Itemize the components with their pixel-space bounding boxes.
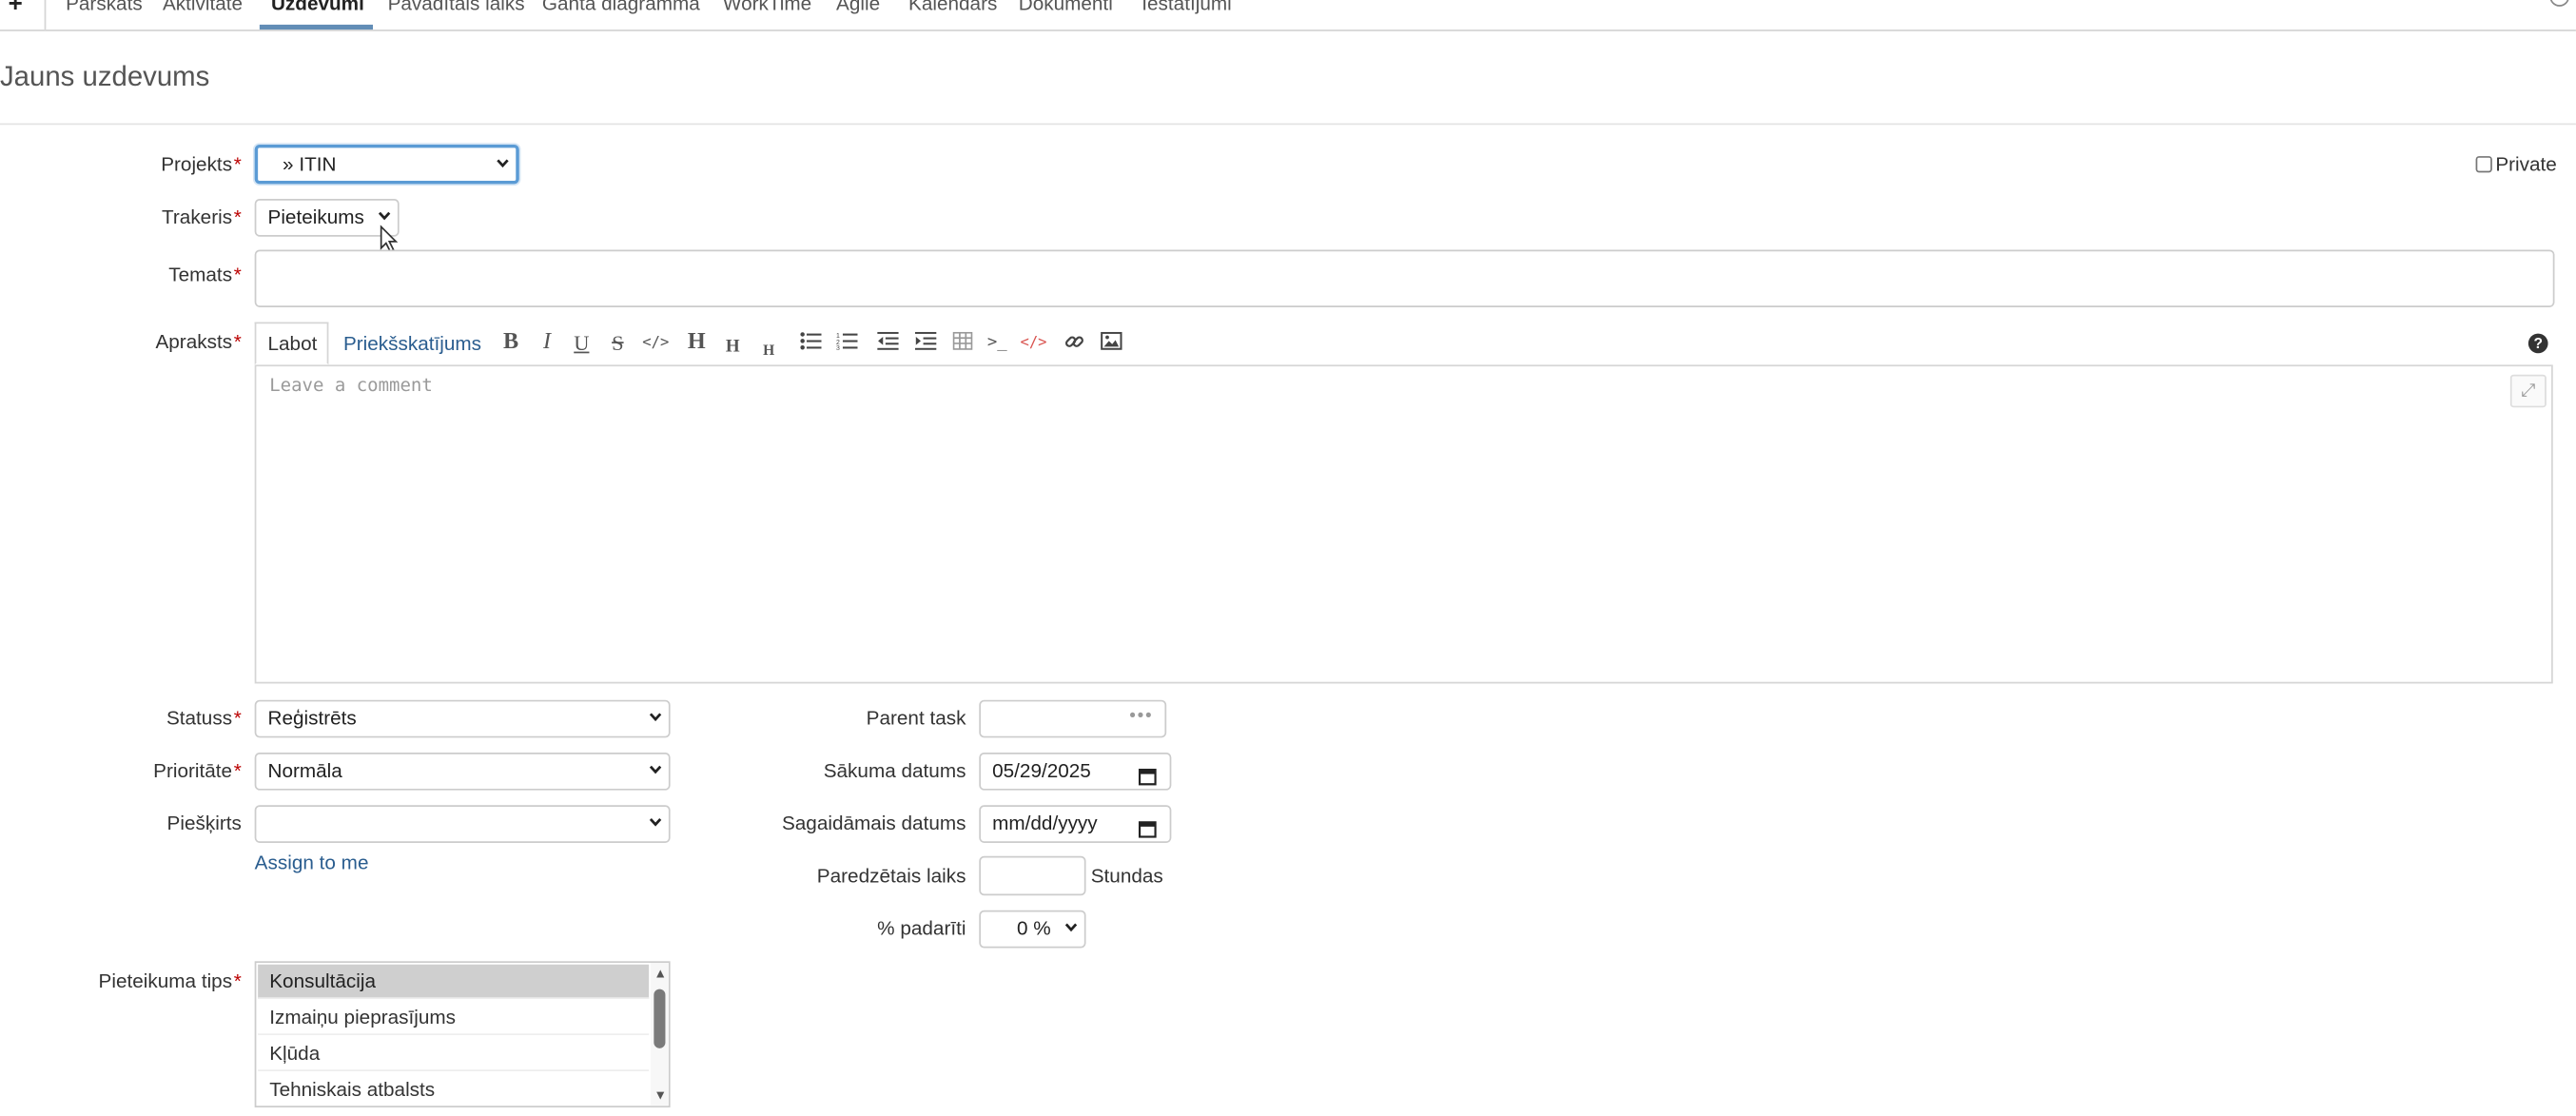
scroll-up-icon[interactable]: ▲ bbox=[654, 967, 667, 981]
done-ratio-select[interactable]: 0 % bbox=[979, 910, 1086, 949]
parent-task-label: Parent task bbox=[866, 706, 966, 730]
page-title: Jauns uzdevums bbox=[0, 60, 210, 92]
description-textarea[interactable]: Leave a comment ⤢ bbox=[254, 364, 2553, 684]
calendar-icon[interactable] bbox=[1138, 815, 1157, 849]
tab-gantt[interactable]: Ganta diagramma bbox=[542, 0, 700, 15]
list-item[interactable]: Tehniskais atbalsts bbox=[258, 1073, 649, 1106]
tab-documents[interactable]: Dokumenti bbox=[1019, 0, 1113, 15]
tab-settings[interactable]: Iestatījumi bbox=[1142, 0, 1231, 15]
calendar-icon[interactable] bbox=[1138, 762, 1157, 795]
assignee-label: Piešķirts bbox=[166, 812, 242, 835]
chevron-down-icon bbox=[649, 816, 662, 828]
tab-issues[interactable]: Uzdevumi bbox=[271, 0, 364, 15]
status-label: Statuss * bbox=[166, 706, 242, 730]
description-label: Apraksts * bbox=[155, 330, 242, 354]
ordered-list-icon[interactable]: 123 bbox=[834, 332, 857, 355]
scrollbar-thumb[interactable] bbox=[654, 989, 666, 1048]
italic-icon[interactable]: I bbox=[537, 331, 557, 355]
list-item[interactable]: Kļūda bbox=[258, 1037, 650, 1072]
priority-label: Prioritāte * bbox=[153, 758, 242, 783]
project-label: Projekts * bbox=[161, 152, 242, 176]
active-tab-indicator bbox=[259, 24, 374, 30]
project-menu-tabs: + Pārskats Aktivitāte Uzdevumi Pavadītai… bbox=[0, 0, 2576, 31]
plus-icon: + bbox=[8, 0, 23, 18]
tracker-label: Trakeris * bbox=[162, 205, 242, 229]
more-icon: ••• bbox=[1129, 706, 1154, 727]
expand-editor-icon[interactable]: ⤢ bbox=[2509, 374, 2547, 408]
tab-agile[interactable]: Agile bbox=[836, 0, 880, 15]
chevron-down-icon bbox=[649, 712, 662, 723]
subject-input[interactable] bbox=[254, 249, 2555, 307]
project-select[interactable]: » ITIN bbox=[254, 144, 519, 185]
description-placeholder: Leave a comment bbox=[269, 374, 433, 397]
priority-select[interactable]: Normāla bbox=[254, 752, 671, 791]
list-item[interactable]: Izmaiņu pieprasījums bbox=[258, 1001, 650, 1036]
chevron-down-icon bbox=[1064, 922, 1078, 933]
due-date-label: Sagaidāmais datums bbox=[781, 812, 966, 835]
table-icon[interactable] bbox=[951, 331, 974, 355]
underline-icon[interactable]: U bbox=[572, 331, 592, 355]
chevron-down-icon bbox=[378, 210, 391, 222]
bold-icon[interactable]: B bbox=[501, 331, 521, 355]
request-type-listbox[interactable]: Konsultācija Izmaiņu pieprasījums Kļūda … bbox=[254, 961, 671, 1107]
heading3-icon[interactable]: H bbox=[759, 339, 779, 362]
new-object-tab[interactable]: + bbox=[0, 0, 47, 30]
outdent-icon[interactable] bbox=[875, 331, 898, 355]
tab-preview[interactable]: Priekšskatījums bbox=[343, 332, 481, 357]
tab-edit[interactable]: Labot bbox=[268, 332, 318, 357]
assign-to-me-link[interactable]: Assign to me bbox=[255, 852, 369, 876]
listbox-scrollbar[interactable]: ▲ ▼ bbox=[650, 963, 669, 1106]
help-icon[interactable]: ? bbox=[2527, 333, 2548, 354]
unordered-list-icon[interactable] bbox=[798, 332, 821, 355]
svg-text:3: 3 bbox=[835, 345, 839, 350]
pre-icon[interactable]: >_ bbox=[986, 332, 1008, 355]
form-divider bbox=[0, 123, 2576, 126]
chevron-down-icon bbox=[649, 764, 662, 775]
start-date-input[interactable]: 05/29/2025 bbox=[979, 752, 1172, 791]
request-type-label: Pieteikuma tips * bbox=[98, 969, 242, 993]
done-ratio-label: % padarīti bbox=[877, 916, 966, 940]
chevron-down-icon bbox=[497, 158, 509, 169]
due-date-input[interactable]: mm/dd/yyyy bbox=[979, 805, 1172, 843]
indent-icon[interactable] bbox=[913, 331, 936, 355]
parent-task-input[interactable]: ••• bbox=[979, 699, 1167, 738]
private-checkbox[interactable] bbox=[2475, 156, 2492, 173]
subject-label: Temats * bbox=[168, 263, 242, 286]
link-icon[interactable] bbox=[1063, 332, 1085, 355]
code-highlight-icon[interactable]: </> bbox=[1020, 332, 1046, 355]
tab-overview[interactable]: Pārskats bbox=[66, 0, 143, 15]
inline-code-icon[interactable]: </> bbox=[642, 332, 669, 355]
start-date-label: Sākuma datums bbox=[823, 758, 966, 783]
tab-worktime[interactable]: WorkTime bbox=[723, 0, 811, 15]
assignee-select[interactable] bbox=[254, 805, 671, 843]
private-label: Private bbox=[2495, 152, 2557, 176]
scroll-down-icon[interactable]: ▼ bbox=[654, 1088, 667, 1103]
estimated-time-input[interactable] bbox=[979, 855, 1086, 896]
list-item[interactable]: Konsultācija bbox=[258, 964, 650, 1000]
estimated-time-label: Paredzētais laiks bbox=[816, 864, 966, 888]
search-icon[interactable] bbox=[2549, 0, 2570, 7]
tracker-select[interactable]: Pieteikums bbox=[254, 198, 400, 237]
status-select[interactable]: Reģistrēts bbox=[254, 699, 671, 738]
heading2-icon[interactable]: H bbox=[723, 335, 743, 358]
image-icon[interactable] bbox=[1099, 331, 1122, 355]
strikethrough-icon[interactable]: S bbox=[608, 331, 628, 355]
tab-activity[interactable]: Aktivitāte bbox=[163, 0, 243, 15]
tab-calendar[interactable]: Kalendārs bbox=[908, 0, 997, 15]
heading1-icon[interactable]: H bbox=[685, 331, 708, 355]
estimated-time-unit: Stundas bbox=[1090, 864, 1163, 888]
tab-time-entries[interactable]: Pavadītais laiks bbox=[388, 0, 525, 15]
